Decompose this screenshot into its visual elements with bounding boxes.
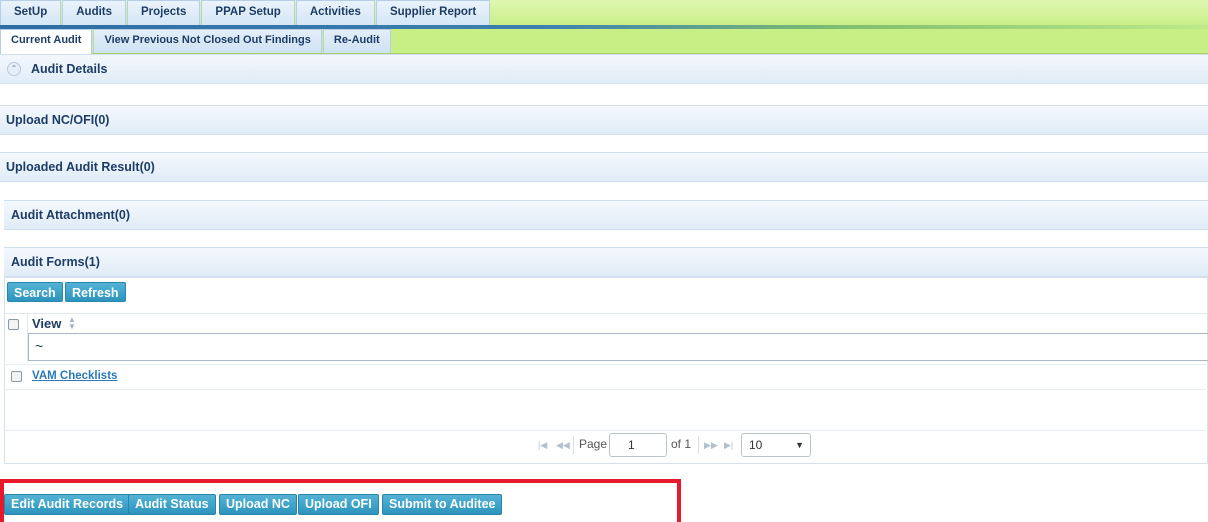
audit-details-title: Audit Details xyxy=(31,62,108,76)
column-view-header[interactable]: View xyxy=(32,316,61,331)
page-count-label: of 1 xyxy=(671,437,692,451)
select-all-checkbox[interactable] xyxy=(8,319,19,330)
uploaded-result-header[interactable]: Uploaded Audit Result(0) xyxy=(0,152,1208,182)
next-page-icon[interactable]: ▶▶ xyxy=(704,440,718,451)
audit-status-button[interactable]: Audit Status xyxy=(128,494,216,515)
row-checkbox[interactable] xyxy=(11,371,22,382)
vam-checklists-link[interactable]: VAM Checklists xyxy=(32,370,117,382)
pager: |◀ ◀◀ Page 1 of 1 ▶▶ ▶| 10 ▼ xyxy=(0,432,1208,460)
upload-nc-ofi-header[interactable]: Upload NC/OFI(0) xyxy=(0,105,1208,135)
edit-audit-records-button[interactable]: Edit Audit Records xyxy=(4,494,131,515)
grid-header-row: View ▲ ▼ xyxy=(4,313,1208,335)
menu-projects[interactable]: Projects xyxy=(127,0,201,25)
collapse-icon[interactable]: ⌃ xyxy=(7,62,21,76)
page-size-value: 10 xyxy=(749,438,763,452)
menu-ppap-setup[interactable]: PPAP Setup xyxy=(201,0,295,25)
main-menu: SetUp Audits Projects PPAP Setup Activit… xyxy=(0,0,491,25)
divider xyxy=(0,83,1208,84)
audit-forms-header[interactable]: Audit Forms(1) xyxy=(4,247,1208,277)
pager-separator xyxy=(573,436,574,454)
audit-details-header[interactable]: ⌃ Audit Details xyxy=(0,54,1208,84)
pager-divider xyxy=(4,430,1208,431)
chevron-down-icon: ▼ xyxy=(795,440,804,450)
tab-view-previous-findings[interactable]: View Previous Not Closed Out Findings xyxy=(93,29,322,53)
first-page-icon[interactable]: |◀ xyxy=(538,440,547,451)
prev-page-icon[interactable]: ◀◀ xyxy=(556,440,570,451)
refresh-button[interactable]: Refresh xyxy=(65,282,126,302)
menu-setup[interactable]: SetUp xyxy=(0,0,62,25)
menu-activities[interactable]: Activities xyxy=(295,0,375,25)
tab-re-audit[interactable]: Re-Audit xyxy=(322,29,391,53)
menu-audits[interactable]: Audits xyxy=(62,0,127,25)
view-filter-input[interactable]: ~ xyxy=(28,333,1208,361)
attachment-header[interactable]: Audit Attachment(0) xyxy=(4,200,1208,230)
last-page-icon[interactable]: ▶| xyxy=(724,440,733,451)
audit-forms-title: Audit Forms(1) xyxy=(11,255,100,269)
upload-nc-ofi-title: Upload NC/OFI(0) xyxy=(6,113,110,127)
row-divider xyxy=(4,364,1208,365)
menu-supplier-report[interactable]: Supplier Report xyxy=(375,0,491,25)
attachment-title: Audit Attachment(0) xyxy=(11,208,130,222)
row-divider xyxy=(4,389,1208,390)
pager-separator xyxy=(698,436,699,454)
sort-icon[interactable]: ▲ ▼ xyxy=(68,316,76,331)
page-number-input[interactable]: 1 xyxy=(609,433,667,457)
filter-value: ~ xyxy=(35,338,44,354)
sub-tabs: Current Audit View Previous Not Closed O… xyxy=(0,29,392,55)
uploaded-result-title: Uploaded Audit Result(0) xyxy=(6,160,155,174)
page-size-select[interactable]: 10 ▼ xyxy=(741,433,811,457)
page-label: Page xyxy=(579,437,608,451)
upload-nc-button[interactable]: Upload NC xyxy=(219,494,297,515)
upload-ofi-button[interactable]: Upload OFI xyxy=(298,494,379,515)
submit-to-auditee-button[interactable]: Submit to Auditee xyxy=(382,494,503,515)
search-button[interactable]: Search xyxy=(7,282,63,302)
tab-current-audit[interactable]: Current Audit xyxy=(0,29,93,55)
